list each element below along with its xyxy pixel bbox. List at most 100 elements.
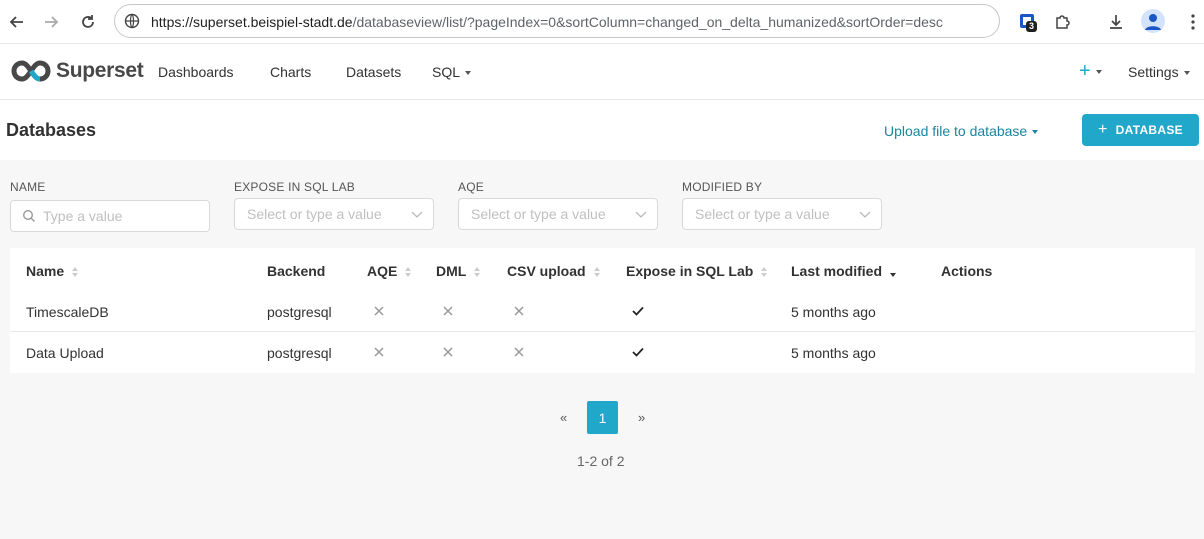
extension-badge: 3 (1026, 21, 1038, 32)
col-header-aqe-label: AQE (367, 263, 398, 279)
downloads-button[interactable] (1103, 9, 1129, 35)
arrow-left-icon (9, 16, 23, 28)
x-icon (443, 347, 453, 357)
x-icon (443, 306, 453, 316)
col-header-csv-upload[interactable]: CSV upload (507, 263, 600, 279)
col-header-actions: Actions (941, 263, 993, 279)
new-item-button[interactable]: + (1079, 61, 1102, 81)
pagination-count: 1-2 of 2 (577, 453, 625, 469)
expose-select[interactable]: Select or type a value (234, 198, 434, 230)
nav-charts[interactable]: Charts (270, 64, 311, 80)
page-title: Databases (6, 120, 97, 140)
name-search-placeholder: Type a value (43, 208, 123, 224)
table-row: TimescaleDB postgresql 5 months ago (10, 291, 1195, 332)
upload-file-label: Upload file to database (884, 123, 1028, 139)
aqe-select-placeholder: Select or type a value (471, 206, 606, 222)
url-text: https://superset.beispiel-stadt.de/datab… (151, 14, 943, 30)
settings-label: Settings (1128, 64, 1179, 80)
cell-backend: postgresql (267, 345, 332, 361)
upload-file-menu[interactable]: Upload file to database (884, 123, 1039, 139)
url-path: /databaseview/list/?pageIndex=0&sortColu… (352, 14, 943, 30)
cell-backend: postgresql (267, 304, 332, 320)
browser-toolbar: https://superset.beispiel-stadt.de/datab… (0, 0, 1204, 44)
check-icon (632, 347, 644, 357)
page-header: Databases Upload file to database + DATAB… (0, 100, 1204, 160)
col-header-last-modified-label: Last modified (791, 263, 883, 279)
user-icon (1145, 14, 1161, 30)
caret-down-icon (1183, 71, 1190, 76)
browser-menu-button[interactable] (1180, 9, 1204, 35)
col-header-csv-upload-label: CSV upload (507, 263, 586, 279)
extensions-menu-button[interactable] (1050, 9, 1076, 35)
brand-name: Superset (56, 59, 144, 82)
col-header-aqe[interactable]: AQE (367, 263, 412, 279)
table-header-row: Name Backend AQE DML CSV upload Expose i… (10, 248, 1195, 289)
caret-down-icon (1095, 69, 1102, 74)
sort-icon (761, 267, 768, 278)
reload-button[interactable] (75, 9, 101, 35)
caret-down-icon (465, 71, 472, 76)
settings-menu[interactable]: Settings (1128, 64, 1190, 80)
table-row: Data Upload postgresql 5 months ago (10, 332, 1195, 373)
forward-button[interactable] (38, 9, 64, 35)
filter-modified-by-label: MODIFIED BY (682, 180, 763, 194)
plus-icon: + (1079, 60, 1091, 82)
col-header-expose-label: Expose in SQL Lab (626, 263, 754, 279)
superset-logo[interactable]: Superset (10, 58, 144, 84)
aqe-select[interactable]: Select or type a value (458, 198, 658, 230)
sort-icon (474, 267, 481, 278)
pagination-next[interactable]: » (638, 410, 645, 425)
col-header-name[interactable]: Name (26, 263, 79, 279)
reload-icon (82, 15, 94, 28)
cell-name[interactable]: Data Upload (26, 345, 104, 361)
chevron-down-icon (859, 211, 871, 218)
caret-down-icon (1032, 130, 1039, 135)
expose-select-placeholder: Select or type a value (247, 206, 382, 222)
filter-name-label: NAME (10, 180, 46, 194)
cell-name[interactable]: TimescaleDB (26, 304, 109, 320)
download-icon (1110, 15, 1122, 29)
profile-avatar[interactable] (1141, 9, 1165, 33)
cell-last-modified: 5 months ago (791, 345, 876, 361)
sort-icon (593, 267, 600, 278)
col-header-last-modified[interactable]: Last modified (791, 263, 897, 279)
col-header-expose[interactable]: Expose in SQL Lab (626, 263, 768, 279)
add-database-label: DATABASE (1115, 123, 1183, 137)
chevron-down-icon (635, 211, 647, 218)
nav-datasets[interactable]: Datasets (346, 64, 401, 80)
site-info-icon[interactable] (123, 12, 141, 30)
col-header-backend: Backend (267, 263, 326, 279)
chevron-down-icon (411, 211, 423, 218)
url-host: https://superset.beispiel-stadt.de (151, 14, 353, 30)
name-search-input[interactable]: Type a value (10, 200, 210, 232)
col-header-name-label: Name (26, 263, 65, 279)
modified-by-select[interactable]: Select or type a value (682, 198, 882, 230)
modified-by-select-placeholder: Select or type a value (695, 206, 830, 222)
more-vertical-icon (1191, 14, 1195, 30)
pagination-page-1[interactable]: 1 (587, 401, 618, 434)
x-icon (374, 306, 384, 316)
x-icon (514, 306, 524, 316)
sort-icon (405, 267, 412, 278)
cell-last-modified: 5 months ago (791, 304, 876, 320)
filter-expose-label: EXPOSE IN SQL LAB (234, 180, 356, 194)
databases-table: Name Backend AQE DML CSV upload Expose i… (10, 248, 1195, 373)
nav-sql-label: SQL (432, 64, 461, 80)
sort-desc-icon (890, 273, 897, 278)
x-icon (514, 347, 524, 357)
plus-icon: + (1098, 121, 1108, 138)
col-header-dml[interactable]: DML (436, 263, 481, 279)
address-bar[interactable]: https://superset.beispiel-stadt.de/datab… (114, 4, 1000, 38)
nav-sql[interactable]: SQL (432, 64, 472, 80)
puzzle-icon (1056, 15, 1070, 29)
pagination-prev[interactable]: « (560, 410, 567, 425)
add-database-button[interactable]: + DATABASE (1082, 114, 1199, 146)
back-button[interactable] (4, 9, 30, 35)
check-icon (632, 306, 644, 316)
search-icon (22, 209, 35, 222)
nav-dashboards[interactable]: Dashboards (158, 64, 234, 80)
sort-icon (72, 267, 79, 278)
filter-aqe-label: AQE (458, 180, 484, 194)
superset-logo-icon (11, 60, 51, 82)
main-navbar: Superset Dashboards Charts Datasets SQL … (0, 44, 1204, 100)
